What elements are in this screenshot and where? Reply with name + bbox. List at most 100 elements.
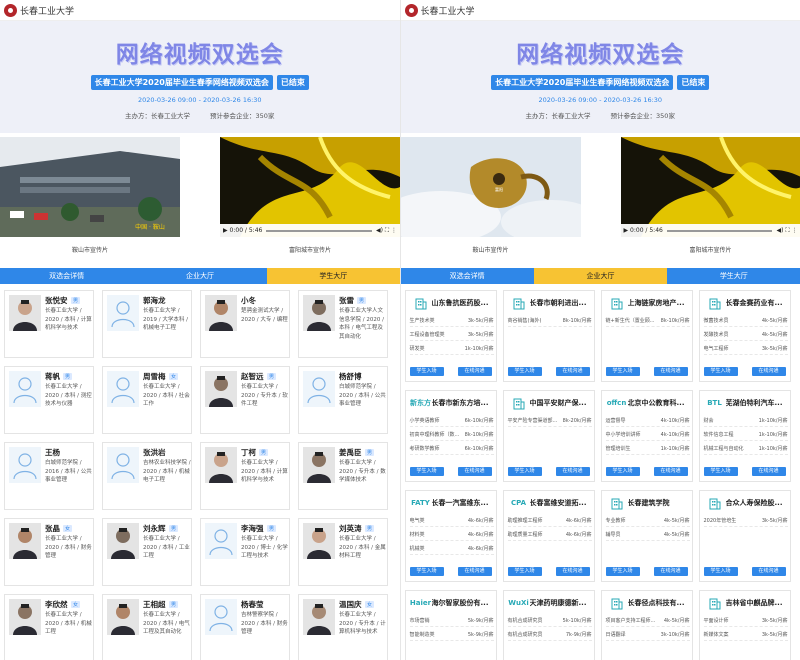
student-card[interactable]: 丁柯男长春工业大学 / 2020 / 本科 / 计算机科学与技术: [200, 442, 290, 510]
video-player-fuyang[interactable]: ▶ 0:00 / 5:46 ◀) ⛶ ⋮: [220, 137, 400, 237]
student-card[interactable]: 杨春莹 吉林警察学院 / 2020 / 本科 / 财务管理: [200, 594, 290, 660]
job-row[interactable]: 材料类 4k-6k/月薪: [409, 531, 494, 541]
job-row[interactable]: 发酵技术员 4k-5k/月薪: [703, 331, 788, 341]
job-row[interactable]: 软件信息工程 1k-10k/月薪: [703, 431, 788, 441]
company-name[interactable]: 长春一汽富维东...: [432, 498, 496, 508]
company-card[interactable]: WuXi 天津药明康德新... 有机合成研究员 5k-10k/月薪 有机合成研究员 7k-…: [502, 590, 595, 660]
tab-company-hall[interactable]: 企业大厅: [133, 268, 267, 284]
student-enter-button[interactable]: 学生入场: [605, 367, 640, 376]
job-row[interactable]: 有机合成研究员 5k-10k/月薪: [507, 617, 592, 627]
company-card[interactable]: 长春径点科技有... 项目客户支持工程师... 4k-5k/月薪 日语翻译 3k-10k…: [600, 590, 693, 660]
job-row[interactable]: 小学英语教师 6k-10k/月薪: [409, 417, 494, 427]
online-chat-button[interactable]: 在线沟通: [751, 367, 786, 376]
student-card[interactable]: 王杨 白城师范学院 / 2016 / 本科 / 公共事业管理: [4, 442, 94, 510]
company-name[interactable]: 山东鲁抗医药股...: [432, 298, 496, 308]
tab-event-details[interactable]: 双选会详情: [400, 268, 534, 284]
job-row[interactable]: 辅导员 4k-5k/月薪: [605, 531, 690, 541]
job-row[interactable]: 助理推理工程师 4k-6k/月薪: [507, 517, 592, 527]
play-icon[interactable]: ▶: [624, 227, 629, 234]
company-name[interactable]: 吉林省中麒品牌...: [726, 598, 790, 608]
job-row[interactable]: 中小学培训讲师 4k-10k/月薪: [605, 431, 690, 441]
student-card[interactable]: 王相超男长春工业大学 / 2020 / 本科 / 电气工程及其自动化: [102, 594, 192, 660]
company-card[interactable]: 新东方 长春市新东方培... 小学英语教师 6k-10k/月薪 初高中理科教师（数...…: [404, 390, 497, 482]
student-card[interactable]: 张晶女长春工业大学 / 2020 / 本科 / 财务管理: [4, 518, 94, 586]
job-row[interactable]: 初高中理科教师（数... 8k-10k/月薪: [409, 431, 494, 441]
company-card[interactable]: 上海链家房地产... 链+新生代（置业顾... 8k-10k/月薪 学生入场 在线沟通: [600, 290, 693, 382]
job-row[interactable]: 商谷销售(海外) 8k-10k/月薪: [507, 317, 592, 327]
student-card[interactable]: 蒋帆男长春工业大学 / 2020 / 本科 / 测控技术与仪器: [4, 366, 94, 434]
company-card[interactable]: 长春金赛药业有... 微菌技术员 4k-5k/月薪 发酵技术员 4k-5k/月薪 电气工程…: [698, 290, 791, 382]
company-name[interactable]: 长春金赛药业有...: [726, 298, 790, 308]
job-row[interactable]: 专业教师 4k-5k/月薪: [605, 517, 690, 527]
company-card[interactable]: 吉林省中麒品牌...平面设计师3k-5k/月薪新媒体文案3k-5k/月薪学生入场…: [698, 590, 791, 660]
job-row[interactable]: 平面设计师 3k-5k/月薪: [703, 617, 788, 627]
job-row[interactable]: 微菌技术员 4k-5k/月薪: [703, 317, 788, 327]
online-chat-button[interactable]: 在线沟通: [457, 567, 492, 576]
fullscreen-icon[interactable]: ⛶: [785, 227, 789, 235]
company-card[interactable]: FATY 长春一汽富维东... 电气类 4k-6k/月薪 材料类 4k-6k/月薪 机械类 4…: [404, 490, 497, 582]
online-chat-button[interactable]: 在线沟通: [457, 367, 492, 376]
company-name[interactable]: 长春建筑学院: [628, 498, 692, 508]
company-card[interactable]: offcn 北京中公教育科... 运营督导 4k-10k/月薪 中小学培训讲师 4k-10…: [600, 390, 693, 482]
company-card[interactable]: 中国平安财产保... 平安产险专营渠道部... 8k-20k/月薪 学生入场 在线沟通: [502, 390, 595, 482]
company-card[interactable]: 长春市朝利进出... 商谷销售(海外) 8k-10k/月薪 学生入场 在线沟通: [502, 290, 595, 382]
video-player-anshan[interactable]: 富阳: [400, 137, 581, 237]
student-card[interactable]: 郭海龙 长春工业大学 / 2019 / 大学本科 / 机械电子工程: [102, 290, 192, 358]
online-chat-button[interactable]: 在线沟通: [555, 567, 590, 576]
job-row[interactable]: 机械工程与自动化 1k-10k/月薪: [703, 445, 788, 455]
job-row[interactable]: 助理质量工程师 4k-6k/月薪: [507, 531, 592, 541]
online-chat-button[interactable]: 在线沟通: [457, 467, 492, 476]
student-enter-button[interactable]: 学生入场: [605, 467, 640, 476]
job-row[interactable]: 生产技术类 3k-5k/月薪: [409, 317, 494, 327]
company-card[interactable]: BTL 芜湖伯特利汽车... 财会 1k-10k/月薪 软件信息工程 1k-10k/月薪机…: [698, 390, 791, 482]
company-card[interactable]: 山东鲁抗医药股... 生产技术类 3k-5k/月薪 工程设备管理类 3k-5k/月薪 研发…: [404, 290, 497, 382]
tab-student-hall[interactable]: 学生大厅: [266, 268, 400, 284]
job-row[interactable]: 新媒体文案 3k-5k/月薪: [703, 631, 788, 641]
job-row[interactable]: 平安产险专营渠道部... 8k-20k/月薪: [507, 417, 592, 427]
company-name[interactable]: 海尔智家股份有...: [432, 598, 496, 608]
job-row[interactable]: 2020年管培生 3k-5k/月薪: [703, 517, 788, 527]
online-chat-button[interactable]: 在线沟通: [555, 467, 590, 476]
job-row[interactable]: 财会 1k-10k/月薪: [703, 417, 788, 427]
company-card[interactable]: CPA 长春富维安道拓... 助理推理工程师 4k-6k/月薪 助理质量工程师 4k-6k…: [502, 490, 595, 582]
tab-event-details[interactable]: 双选会详情: [0, 268, 134, 284]
job-row[interactable]: 日语翻译 3k-10k/月薪: [605, 631, 690, 641]
student-enter-button[interactable]: 学生入场: [409, 367, 444, 376]
student-enter-button[interactable]: 学生入场: [409, 567, 444, 576]
tab-student-hall[interactable]: 学生大厅: [667, 268, 800, 284]
company-name[interactable]: 北京中公教育科...: [628, 398, 692, 408]
company-card[interactable]: 长春建筑学院 专业教师 4k-5k/月薪 辅导员 4k-5k/月薪 学生入场 在线沟通: [600, 490, 693, 582]
video-progress-slider[interactable]: [266, 229, 372, 232]
job-row[interactable]: 有机合成研究员 7k-9k/月薪: [507, 631, 592, 641]
student-enter-button[interactable]: 学生入场: [703, 567, 738, 576]
student-card[interactable]: 李欣然女长春工业大学 / 2020 / 本科 / 机械工程: [4, 594, 94, 660]
company-card[interactable]: 合众人寿保险股... 2020年管培生 3k-5k/月薪 学生入场 在线沟通: [698, 490, 791, 582]
job-row[interactable]: 链+新生代（置业顾... 8k-10k/月薪: [605, 317, 690, 327]
student-card[interactable]: 刘英涛男长春工业大学 / 2020 / 本科 / 金属材料工程: [298, 518, 388, 586]
video-progress-slider[interactable]: [666, 229, 773, 232]
online-chat-button[interactable]: 在线沟通: [751, 567, 786, 576]
company-name[interactable]: 芜湖伯特利汽车...: [726, 398, 790, 408]
company-name[interactable]: 上海链家房地产...: [628, 298, 692, 308]
student-card[interactable]: 张洪岩 吉林农业科技学院 / 2020 / 本科 / 机械电子工程: [102, 442, 192, 510]
job-row[interactable]: 市场营销 5k-9k/月薪: [409, 617, 494, 627]
more-options-icon[interactable]: ⋮: [391, 227, 397, 234]
company-card[interactable]: Haier 海尔智家股份有... 市场营销 5k-9k/月薪 智能制造类 5k-9k/月薪…: [404, 590, 497, 660]
online-chat-button[interactable]: 在线沟通: [555, 367, 590, 376]
job-row[interactable]: 工程设备管理类 3k-5k/月薪: [409, 331, 494, 341]
video-player-fuyang[interactable]: ▶ 0:00 / 5:46 ◀) ⛶ ⋮: [620, 137, 800, 237]
job-row[interactable]: 项目客户支持工程师... 4k-5k/月薪: [605, 617, 690, 627]
job-row[interactable]: 研发类 1k-10k/月薪: [409, 345, 494, 355]
play-icon[interactable]: ▶: [223, 227, 228, 234]
student-enter-button[interactable]: 学生入场: [507, 467, 542, 476]
fullscreen-icon[interactable]: ⛶: [385, 227, 389, 235]
online-chat-button[interactable]: 在线沟通: [653, 567, 688, 576]
job-row[interactable]: 运营督导 4k-10k/月薪: [605, 417, 690, 427]
company-name[interactable]: 长春市朝利进出...: [530, 298, 594, 308]
student-card[interactable]: 小冬 楚骋金测试大学 / 2020 / 大专 / 编程: [200, 290, 290, 358]
student-enter-button[interactable]: 学生入场: [507, 567, 542, 576]
student-card[interactable]: 刘永辉男长春工业大学 / 2020 / 本科 / 工业工程: [102, 518, 192, 586]
student-enter-button[interactable]: 学生入场: [507, 367, 542, 376]
job-row[interactable]: 电气类 4k-6k/月薪: [409, 517, 494, 527]
company-name[interactable]: 长春径点科技有...: [628, 598, 692, 608]
